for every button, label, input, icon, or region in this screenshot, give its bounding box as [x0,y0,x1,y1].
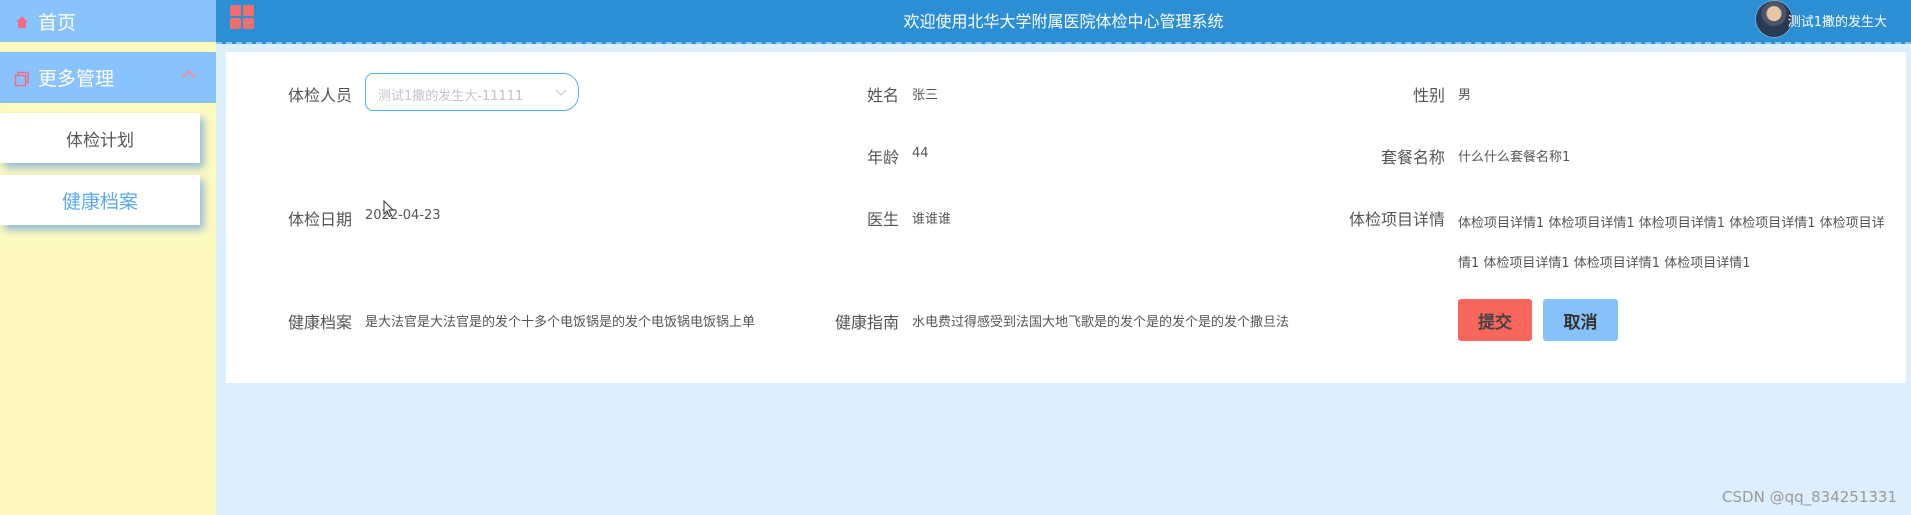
copy-icon [14,70,30,86]
username[interactable]: 测试1撒的发生大 [1788,11,1887,30]
age-label: 年龄 [867,148,900,167]
doctor-label: 医生 [867,210,900,229]
name-label: 姓名 [867,86,900,105]
age-value: 44 [912,146,929,161]
top-header: 欢迎使用北华大学附属医院体检中心管理系统 测试1撒的发生大 [216,0,1911,44]
sidebar-item-label: 健康档案 [61,190,138,213]
chevron-down-icon [555,84,567,96]
detail-label: 体检项目详情 [1349,210,1446,229]
menu-home[interactable]: 首页 [0,0,216,42]
record-label: 健康档案 [288,313,353,332]
mouse-cursor-icon [383,200,395,218]
guide-value: 水电费过得感受到法国大地飞歌是的发个是的发个是的发个撒旦法 [912,315,1290,330]
person-select[interactable]: 测试1撒的发生大-11111 [365,73,579,111]
watermark: CSDN @qq_834251331 [1722,488,1897,506]
submit-button[interactable]: 提交 [1458,299,1532,341]
guide-label: 健康指南 [835,313,900,332]
gender-value: 男 [1458,88,1472,103]
record-value: 是大法官是大法官是的发个十多个电饭锅是的发个电饭锅电饭锅上单 [365,315,756,330]
cancel-button[interactable]: 取消 [1543,299,1618,341]
menu-home-label: 首页 [38,11,77,34]
gender-label: 性别 [1413,86,1446,105]
doctor-value: 谁谁谁 [912,212,952,227]
menu-more-label: 更多管理 [38,68,115,90]
menu-more-management[interactable]: 更多管理 [0,52,216,103]
sidebar-item-label: 体检计划 [66,130,134,151]
name-value: 张三 [912,88,939,103]
page-title: 欢迎使用北华大学附属医院体检中心管理系统 [903,12,1224,31]
package-value: 什么什么套餐名称1 [1458,150,1571,165]
date-value: 2022-04-23 [365,208,441,223]
sidebar: 首页 更多管理 体检计划 健康档案 [0,0,216,515]
home-icon [14,13,30,29]
person-select-value: 测试1撒的发生大-11111 [378,89,524,104]
chevron-up-icon[interactable] [181,69,197,85]
package-label: 套餐名称 [1381,148,1446,167]
person-label: 体检人员 [288,86,353,105]
sidebar-item-health-record[interactable]: 健康档案 [0,175,200,225]
detail-value: 体检项目详情1 体检项目详情1 体检项目详情1 体检项目详情1 体检项目详情1 … [1458,216,1885,271]
date-label: 体检日期 [288,210,353,229]
sidebar-item-exam-plan[interactable]: 体检计划 [0,113,200,163]
